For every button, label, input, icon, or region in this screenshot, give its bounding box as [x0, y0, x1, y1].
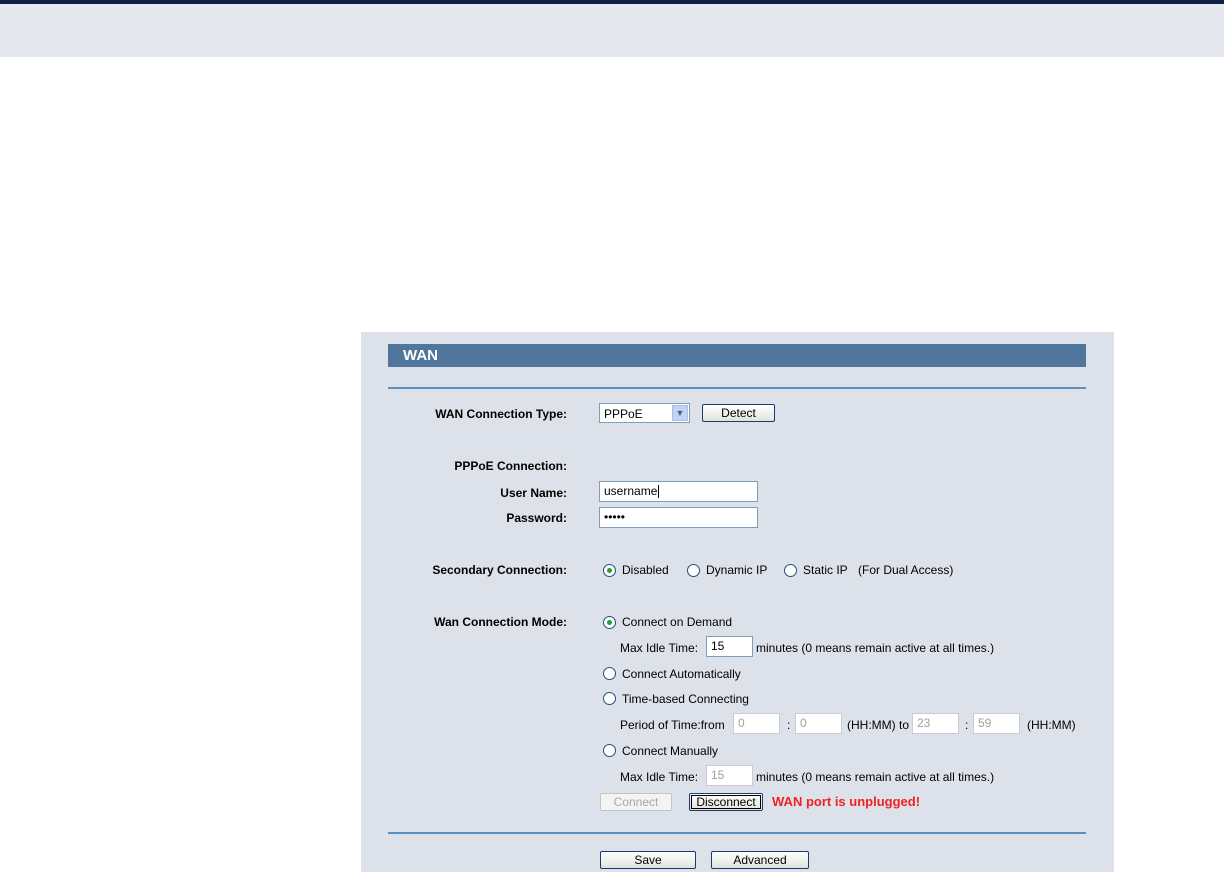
to-minute-input[interactable]: 59: [973, 713, 1020, 734]
top-banner: [0, 0, 1224, 57]
manual-idle-note: minutes (0 means remain active at all ti…: [756, 770, 995, 784]
connection-mode-label: Wan Connection Mode:: [434, 615, 567, 629]
period-label: Period of Time:from: [620, 718, 725, 732]
auto-connect-label: Connect Automatically: [622, 667, 741, 681]
wan-type-label: WAN Connection Type:: [435, 407, 567, 421]
on-demand-label: Connect on Demand: [622, 615, 733, 629]
password-label: Password:: [506, 511, 567, 525]
max-idle-input[interactable]: 15: [706, 636, 753, 657]
time-based-radio[interactable]: [603, 692, 616, 705]
on-demand-radio[interactable]: [603, 616, 616, 629]
secondary-disabled-label: Disabled: [622, 563, 669, 577]
connect-button[interactable]: Connect: [600, 793, 672, 811]
secondary-static-ip-radio[interactable]: [784, 564, 797, 577]
section-title: WAN: [403, 347, 438, 364]
advanced-button[interactable]: Advanced: [711, 851, 809, 869]
wan-status-warning: WAN port is unplugged!: [772, 794, 921, 809]
wan-settings-panel: WAN WAN Connection Type: PPPoE ▼ Detect …: [361, 332, 1114, 872]
max-idle-note: minutes (0 means remain active at all ti…: [756, 641, 995, 655]
from-minute-input[interactable]: 0: [795, 713, 842, 734]
from-hour-input[interactable]: 0: [733, 713, 780, 734]
username-input[interactable]: username: [599, 481, 758, 502]
manual-idle-input[interactable]: 15: [706, 765, 753, 786]
divider-bottom: [388, 832, 1086, 834]
dual-access-note: (For Dual Access): [858, 563, 954, 577]
secondary-dynamic-ip-radio[interactable]: [687, 564, 700, 577]
wan-type-value: PPPoE: [604, 407, 643, 421]
username-value: username: [604, 484, 658, 498]
secondary-label: Secondary Connection:: [432, 563, 567, 577]
divider-top: [388, 387, 1086, 389]
wan-type-select[interactable]: PPPoE ▼: [599, 403, 690, 423]
to-colon: :: [965, 718, 969, 732]
text-caret: [658, 485, 660, 499]
manual-connect-radio[interactable]: [603, 744, 616, 757]
hhmm-label: (HH:MM): [1027, 718, 1076, 732]
to-hour-input[interactable]: 23: [912, 713, 959, 734]
chevron-down-icon[interactable]: ▼: [672, 405, 688, 421]
secondary-static-ip-label: Static IP: [803, 563, 848, 577]
hhmm-to-label: (HH:MM) to: [847, 718, 909, 732]
time-based-label: Time-based Connecting: [622, 692, 749, 706]
from-colon: :: [787, 718, 791, 732]
detect-button[interactable]: Detect: [702, 404, 775, 422]
manual-idle-label: Max Idle Time:: [620, 770, 699, 784]
save-button[interactable]: Save: [600, 851, 696, 869]
password-input[interactable]: •••••: [599, 507, 758, 528]
secondary-disabled-radio[interactable]: [603, 564, 616, 577]
pppoe-heading: PPPoE Connection:: [454, 459, 567, 473]
username-label: User Name:: [500, 486, 567, 500]
disconnect-button[interactable]: Disconnect: [689, 793, 763, 811]
secondary-dynamic-ip-label: Dynamic IP: [706, 563, 768, 577]
manual-connect-label: Connect Manually: [622, 744, 719, 758]
max-idle-label: Max Idle Time:: [620, 641, 699, 655]
section-title-bar: WAN: [388, 344, 1086, 367]
auto-connect-radio[interactable]: [603, 667, 616, 680]
